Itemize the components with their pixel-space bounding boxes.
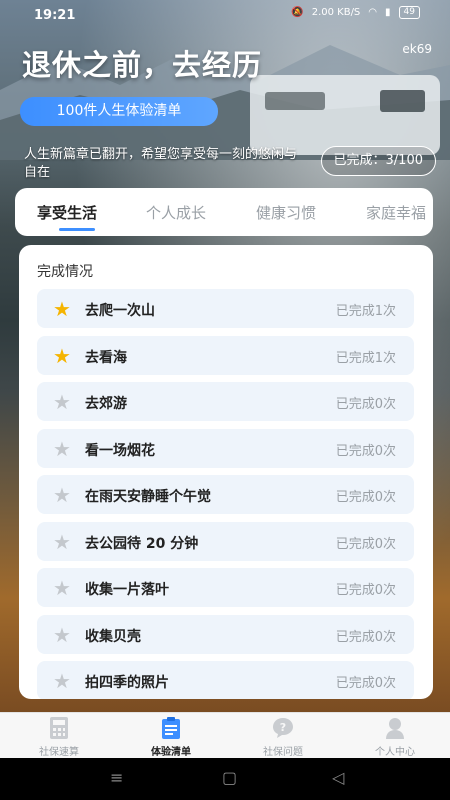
status-icons: 🔕 2.00 KB/S ◠ ▮ 49 [291, 6, 420, 19]
item-count: 已完成0次 [335, 490, 396, 505]
battery-icon: 49 [398, 6, 420, 19]
star-empty-icon: ★ [53, 669, 71, 693]
item-label: 去郊游 [85, 396, 127, 412]
list-item[interactable]: ★ 去公园待 20 分钟 已完成0次 [37, 521, 414, 561]
nav-label: 社保问题 [263, 747, 303, 758]
item-count: 已完成0次 [335, 397, 396, 412]
star-empty-icon: ★ [53, 576, 71, 600]
nav-personal-center[interactable]: 个人中心 [339, 715, 450, 758]
nav-social-security-calc[interactable]: 社保速算 [3, 715, 115, 758]
star-empty-icon: ★ [53, 390, 71, 414]
star-empty-icon: ★ [53, 436, 71, 461]
item-label: 去公园待 20 分钟 [85, 535, 199, 552]
back-icon[interactable]: ◁ [332, 768, 344, 787]
category-tabs: 享受生活 个人成长 健康习惯 家庭幸福 [15, 188, 433, 236]
watermark-text: ek69 [402, 42, 432, 56]
item-label: 看一场烟花 [85, 442, 155, 459]
nav-social-security-questions[interactable]: ? 社保问题 [227, 715, 339, 758]
nav-label: 体验清单 [151, 747, 191, 758]
signal-icon: ▮ [385, 7, 391, 18]
item-label: 去爬一次山 [85, 303, 155, 319]
star-filled-icon: ★ [53, 343, 71, 368]
bottom-navigation: 社保速算 体验清单 ? 社保问题 个人中心 [0, 712, 450, 759]
calculator-icon [50, 717, 68, 739]
question-icon: ? [273, 718, 293, 738]
list-item[interactable]: ★ 去爬一次山 已完成1次 [37, 289, 414, 328]
item-count: 已完成0次 [335, 536, 396, 552]
completion-panel: 完成情况 ★ 去爬一次山 已完成1次 ★ 去看海 已完成1次 ★ 去郊游 已完成… [19, 245, 433, 699]
list-item[interactable]: ★ 看一场烟花 已完成0次 [37, 428, 414, 468]
home-icon[interactable]: ▢ [222, 768, 237, 787]
hero-subtitle: 人生新篇章已翻开，希望您享受每一刻的悠闲与自在 [24, 147, 298, 180]
page-title: 退休之前，去经历 [22, 48, 263, 82]
item-count: 已完成0次 [335, 443, 396, 459]
wifi-icon: ◠ [368, 7, 378, 18]
svg-text:?: ? [280, 721, 286, 734]
active-tab-indicator [59, 228, 95, 231]
list-item[interactable]: ★ 拍四季的照片 已完成0次 [37, 661, 414, 699]
item-label: 拍四季的照片 [85, 675, 169, 691]
item-count: 已完成0次 [335, 629, 396, 645]
experience-list[interactable]: ★ 去爬一次山 已完成1次 ★ 去看海 已完成1次 ★ 去郊游 已完成0次 ★ … [37, 289, 414, 699]
list-item[interactable]: ★ 去郊游 已完成0次 [37, 382, 414, 421]
list-item[interactable]: ★ 收集贝壳 已完成0次 [37, 614, 414, 654]
item-label: 去看海 [85, 349, 127, 366]
list-item[interactable]: ★ 在雨天安静睡个午觉 已完成0次 [37, 475, 414, 514]
app-screen: 19:21 🔕 2.00 KB/S ◠ ▮ 49 退休之前，去经历 ek69 1… [0, 0, 450, 800]
tab-personal-growth[interactable]: 个人成长 [146, 188, 206, 236]
tab-family-happiness[interactable]: 家庭幸福 [366, 188, 426, 236]
completed-count-badge: 已完成：3/100 [320, 146, 436, 176]
menu-icon[interactable]: ≡ [110, 768, 123, 787]
landscape-illustration [0, 45, 450, 160]
list-item[interactable]: ★ 收集一片落叶 已完成0次 [37, 568, 414, 607]
panel-title: 完成情况 [37, 264, 93, 280]
network-speed: 2.00 KB/S [311, 7, 361, 18]
checklist-pill-badge: 100件人生体验清单 [20, 97, 218, 126]
nav-label: 社保速算 [39, 747, 79, 758]
star-empty-icon: ★ [53, 529, 71, 554]
star-empty-icon: ★ [53, 622, 71, 647]
item-label: 收集贝壳 [85, 628, 141, 645]
nav-label: 个人中心 [375, 747, 415, 758]
tab-healthy-habits[interactable]: 健康习惯 [256, 188, 316, 236]
item-count: 已完成1次 [335, 304, 396, 319]
clipboard-icon [162, 717, 180, 739]
list-item[interactable]: ★ 去看海 已完成1次 [37, 335, 414, 375]
user-icon [386, 718, 404, 739]
item-count: 已完成0次 [335, 583, 396, 598]
item-label: 收集一片落叶 [85, 582, 169, 598]
status-time: 19:21 [34, 8, 76, 23]
status-bar: 19:21 🔕 2.00 KB/S ◠ ▮ 49 [0, 0, 450, 28]
system-navigation-bar: ≡ ▢ ◁ [0, 758, 450, 800]
star-filled-icon: ★ [53, 297, 71, 321]
nav-experience-list[interactable]: 体验清单 [115, 715, 227, 758]
star-empty-icon: ★ [53, 483, 71, 507]
item-label: 在雨天安静睡个午觉 [85, 489, 211, 505]
item-count: 已完成1次 [335, 350, 396, 366]
mute-icon: 🔕 [291, 7, 304, 18]
item-count: 已完成0次 [335, 676, 396, 691]
